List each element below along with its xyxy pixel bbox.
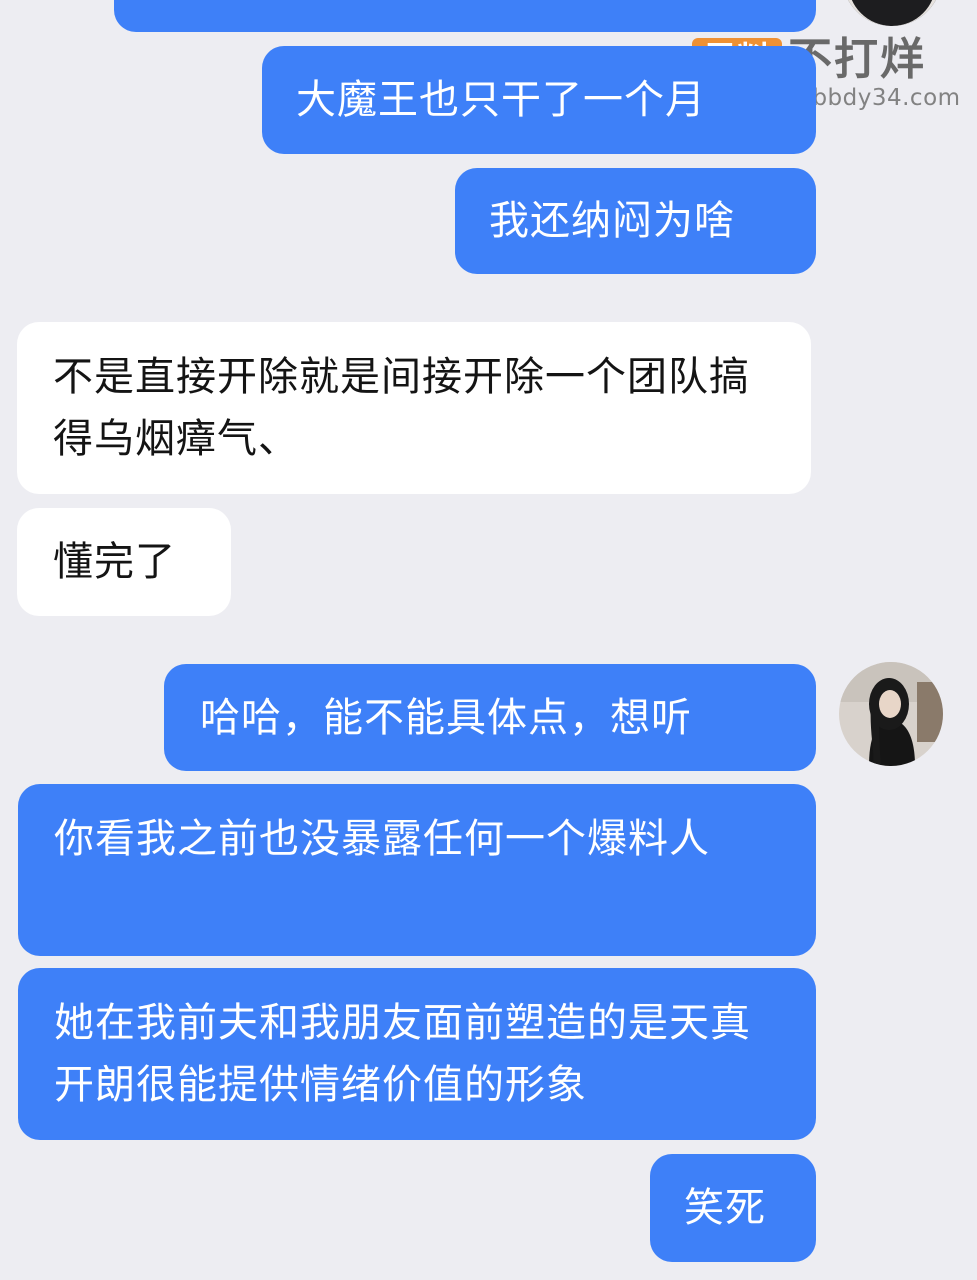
message-text: 懂完了 (53, 539, 176, 585)
message-bubble-outgoing[interactable]: 哈哈，能不能具体点，想听 (164, 664, 816, 771)
message-text: 大魔王也只干了一个月 (296, 77, 706, 123)
message-text: 不是直接开除就是间接开除一个团队搞得乌烟瘴气、 (53, 354, 750, 462)
message-bubble-outgoing[interactable]: 你看我之前也没暴露任何一个爆料人 (18, 784, 816, 956)
message-bubble-outgoing-cut[interactable] (114, 0, 816, 32)
message-bubble-outgoing[interactable]: 她在我前夫和我朋友面前塑造的是天真开朗很能提供情绪价值的形象 (18, 968, 816, 1140)
message-text: 她在我前夫和我朋友面前塑造的是天真开朗很能提供情绪价值的形象 (54, 1000, 751, 1108)
message-text: 哈哈，能不能具体点，想听 (200, 695, 692, 741)
message-bubble-incoming[interactable]: 不是直接开除就是间接开除一个团队搞得乌烟瘴气、 (17, 322, 811, 494)
message-text: 你看我之前也没暴露任何一个爆料人 (54, 816, 710, 862)
user-avatar-top[interactable] (842, 0, 942, 26)
message-bubble-outgoing[interactable]: 大魔王也只干了一个月 (262, 46, 816, 154)
message-bubble-outgoing[interactable]: 我还纳闷为啥 (455, 168, 816, 274)
message-bubble-outgoing[interactable]: 笑死 (650, 1154, 816, 1262)
message-text: 我还纳闷为啥 (489, 198, 735, 244)
user-avatar[interactable] (839, 662, 943, 766)
message-text: 笑死 (684, 1185, 766, 1231)
message-bubble-incoming[interactable]: 懂完了 (17, 508, 231, 616)
